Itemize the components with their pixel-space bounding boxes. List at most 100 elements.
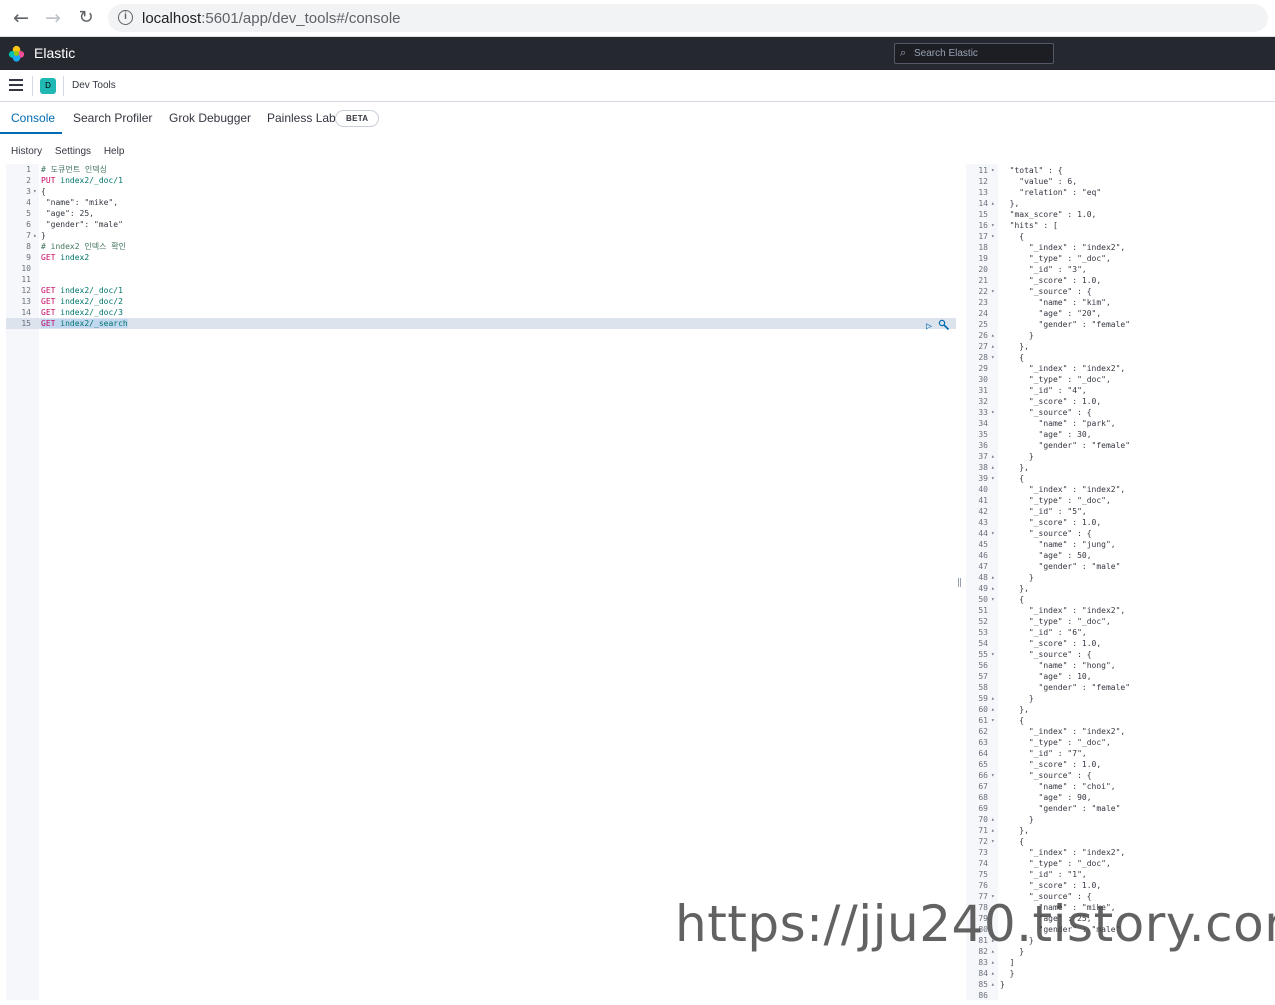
- fold-arrow-icon[interactable]: ▾: [991, 770, 997, 781]
- address-bar[interactable]: i localhost:5601/app/dev_tools#/console: [108, 4, 1268, 32]
- fold-arrow-icon[interactable]: ▴: [991, 968, 997, 979]
- response-code: "value" : 6,: [1000, 177, 1078, 186]
- fold-arrow-icon[interactable]: ▴: [991, 583, 997, 594]
- line-number: 56: [978, 661, 988, 670]
- request-line[interactable]: 7 ▴}: [6, 230, 956, 241]
- fold-arrow-icon[interactable]: ▾: [991, 231, 997, 242]
- response-line: 72 ▾ {: [966, 836, 1275, 847]
- fold-arrow-icon[interactable]: ▴: [991, 693, 997, 704]
- reload-icon[interactable]: ↻: [74, 6, 98, 30]
- request-line[interactable]: 11: [6, 274, 956, 285]
- request-line[interactable]: 2 PUT index2/_doc/1: [6, 175, 956, 186]
- fold-arrow-icon[interactable]: ▾: [991, 407, 997, 418]
- response-line: 67 "name" : "choi",: [966, 781, 1275, 792]
- line-number: 36: [978, 441, 988, 450]
- history-link[interactable]: History: [11, 146, 42, 157]
- fold-arrow-icon[interactable]: ▴: [991, 825, 997, 836]
- pane-resize-handle[interactable]: [958, 578, 961, 587]
- fold-arrow-icon[interactable]: ▴: [991, 198, 997, 209]
- request-line[interactable]: 8 # index2 인덱스 확인: [6, 241, 956, 252]
- breadcrumb-title: Dev Tools: [72, 80, 116, 91]
- line-number: 54: [978, 639, 988, 648]
- line-number: 2: [26, 176, 31, 185]
- fold-arrow-icon[interactable]: ▴: [33, 230, 39, 241]
- line-number: 86: [978, 991, 988, 1000]
- dev-tools-tabs: Console Search Profiler Grok Debugger Pa…: [0, 104, 1275, 134]
- code-token: index2/_doc/1: [60, 176, 123, 185]
- tab-search-profiler[interactable]: Search Profiler: [73, 111, 152, 132]
- info-icon[interactable]: i: [118, 10, 133, 25]
- fold-arrow-icon[interactable]: ▴: [991, 462, 997, 473]
- fold-arrow-icon[interactable]: ▾: [991, 286, 997, 297]
- fold-arrow-icon[interactable]: ▴: [991, 957, 997, 968]
- response-line: 38 ▴ },: [966, 462, 1275, 473]
- global-search[interactable]: ⌕: [894, 43, 1054, 64]
- fold-arrow-icon[interactable]: ▴: [991, 341, 997, 352]
- fold-arrow-icon[interactable]: ▴: [991, 572, 997, 583]
- response-code: "_id" : "4",: [1000, 386, 1087, 395]
- fold-arrow-icon[interactable]: ▾: [991, 473, 997, 484]
- elastic-logo-icon[interactable]: [8, 45, 25, 62]
- response-line: 47 "gender" : "male": [966, 561, 1275, 572]
- tab-console[interactable]: Console: [11, 111, 55, 132]
- line-number: 22: [978, 287, 988, 296]
- fold-arrow-icon[interactable]: ▾: [991, 594, 997, 605]
- url-text[interactable]: localhost:5601/app/dev_tools#/console: [142, 10, 401, 27]
- tab-painless-lab[interactable]: Painless Lab: [267, 111, 336, 132]
- fold-arrow-icon[interactable]: ▴: [991, 979, 997, 990]
- response-line: 33 ▾ "_source" : {: [966, 407, 1275, 418]
- fold-arrow-icon[interactable]: ▴: [991, 814, 997, 825]
- response-line: 30 "_type" : "_doc",: [966, 374, 1275, 385]
- response-lines: 11 ▾ "total" : {12 "value" : 6, 13 "relati…: [966, 165, 1275, 1001]
- request-line[interactable]: 10: [6, 263, 956, 274]
- fold-arrow-icon[interactable]: ▾: [33, 186, 39, 197]
- play-icon[interactable]: ▷: [926, 321, 932, 332]
- fold-arrow-icon[interactable]: ▾: [991, 836, 997, 847]
- request-line[interactable]: 15 GET index2/_search: [6, 318, 956, 329]
- space-avatar[interactable]: D: [40, 78, 56, 94]
- tab-grok-debugger[interactable]: Grok Debugger: [169, 111, 251, 132]
- fold-arrow-icon[interactable]: ▾: [991, 352, 997, 363]
- brand-name[interactable]: Elastic: [34, 45, 75, 61]
- request-lines[interactable]: 1 # 도큐먼트 인덱싱 2 PUT index2/_doc/1 3 ▾{4 "name"…: [6, 164, 956, 329]
- wrench-icon[interactable]: [938, 319, 950, 331]
- settings-link[interactable]: Settings: [55, 146, 91, 157]
- request-line[interactable]: 9 GET index2: [6, 252, 956, 263]
- response-code: {: [1000, 595, 1025, 604]
- request-line[interactable]: 1 # 도큐먼트 인덱싱: [6, 164, 956, 175]
- line-number: 75: [978, 870, 988, 879]
- fold-arrow-icon[interactable]: ▾: [991, 165, 997, 176]
- response-code: "gender" : "female": [1000, 441, 1131, 450]
- request-line[interactable]: 3 ▾{: [6, 186, 956, 197]
- request-line[interactable]: 12 GET index2/_doc/1: [6, 285, 956, 296]
- hamburger-menu-icon[interactable]: [9, 79, 23, 91]
- fold-arrow-icon[interactable]: ▾: [991, 715, 997, 726]
- request-editor[interactable]: 1 # 도큐먼트 인덱싱 2 PUT index2/_doc/1 3 ▾{4 "name"…: [6, 164, 956, 1000]
- request-line[interactable]: 6 "gender": "male": [6, 219, 956, 230]
- request-code: "gender": "male": [41, 219, 123, 230]
- response-code: "_source" : {: [1000, 529, 1092, 538]
- fold-arrow-icon[interactable]: ▾: [991, 649, 997, 660]
- response-code: "gender" : "female": [1000, 683, 1131, 692]
- response-code: "_type" : "_doc",: [1000, 254, 1111, 263]
- forward-arrow-icon[interactable]: →: [41, 6, 65, 30]
- response-line: 63 "_type" : "_doc",: [966, 737, 1275, 748]
- fold-arrow-icon[interactable]: ▾: [991, 528, 997, 539]
- fold-arrow-icon[interactable]: ▾: [991, 220, 997, 231]
- fold-arrow-icon[interactable]: ▴: [991, 451, 997, 462]
- fold-arrow-icon[interactable]: ▴: [991, 704, 997, 715]
- request-line[interactable]: 4 "name": "mike",: [6, 197, 956, 208]
- line-number: 20: [978, 265, 988, 274]
- request-line[interactable]: 14 GET index2/_doc/3: [6, 307, 956, 318]
- response-code: },: [1000, 463, 1029, 472]
- request-code: PUT index2/_doc/1: [41, 175, 123, 186]
- request-line[interactable]: 13 GET index2/_doc/2: [6, 296, 956, 307]
- help-link[interactable]: Help: [104, 146, 125, 157]
- line-number: 67: [978, 782, 988, 791]
- request-line[interactable]: 5 "age": 25,: [6, 208, 956, 219]
- back-arrow-icon[interactable]: ←: [9, 6, 33, 30]
- search-input[interactable]: [914, 46, 1049, 61]
- response-code: {: [1000, 232, 1025, 241]
- response-editor[interactable]: 11 ▾ "total" : {12 "value" : 6, 13 "relati…: [966, 164, 1275, 1000]
- fold-arrow-icon[interactable]: ▴: [991, 330, 997, 341]
